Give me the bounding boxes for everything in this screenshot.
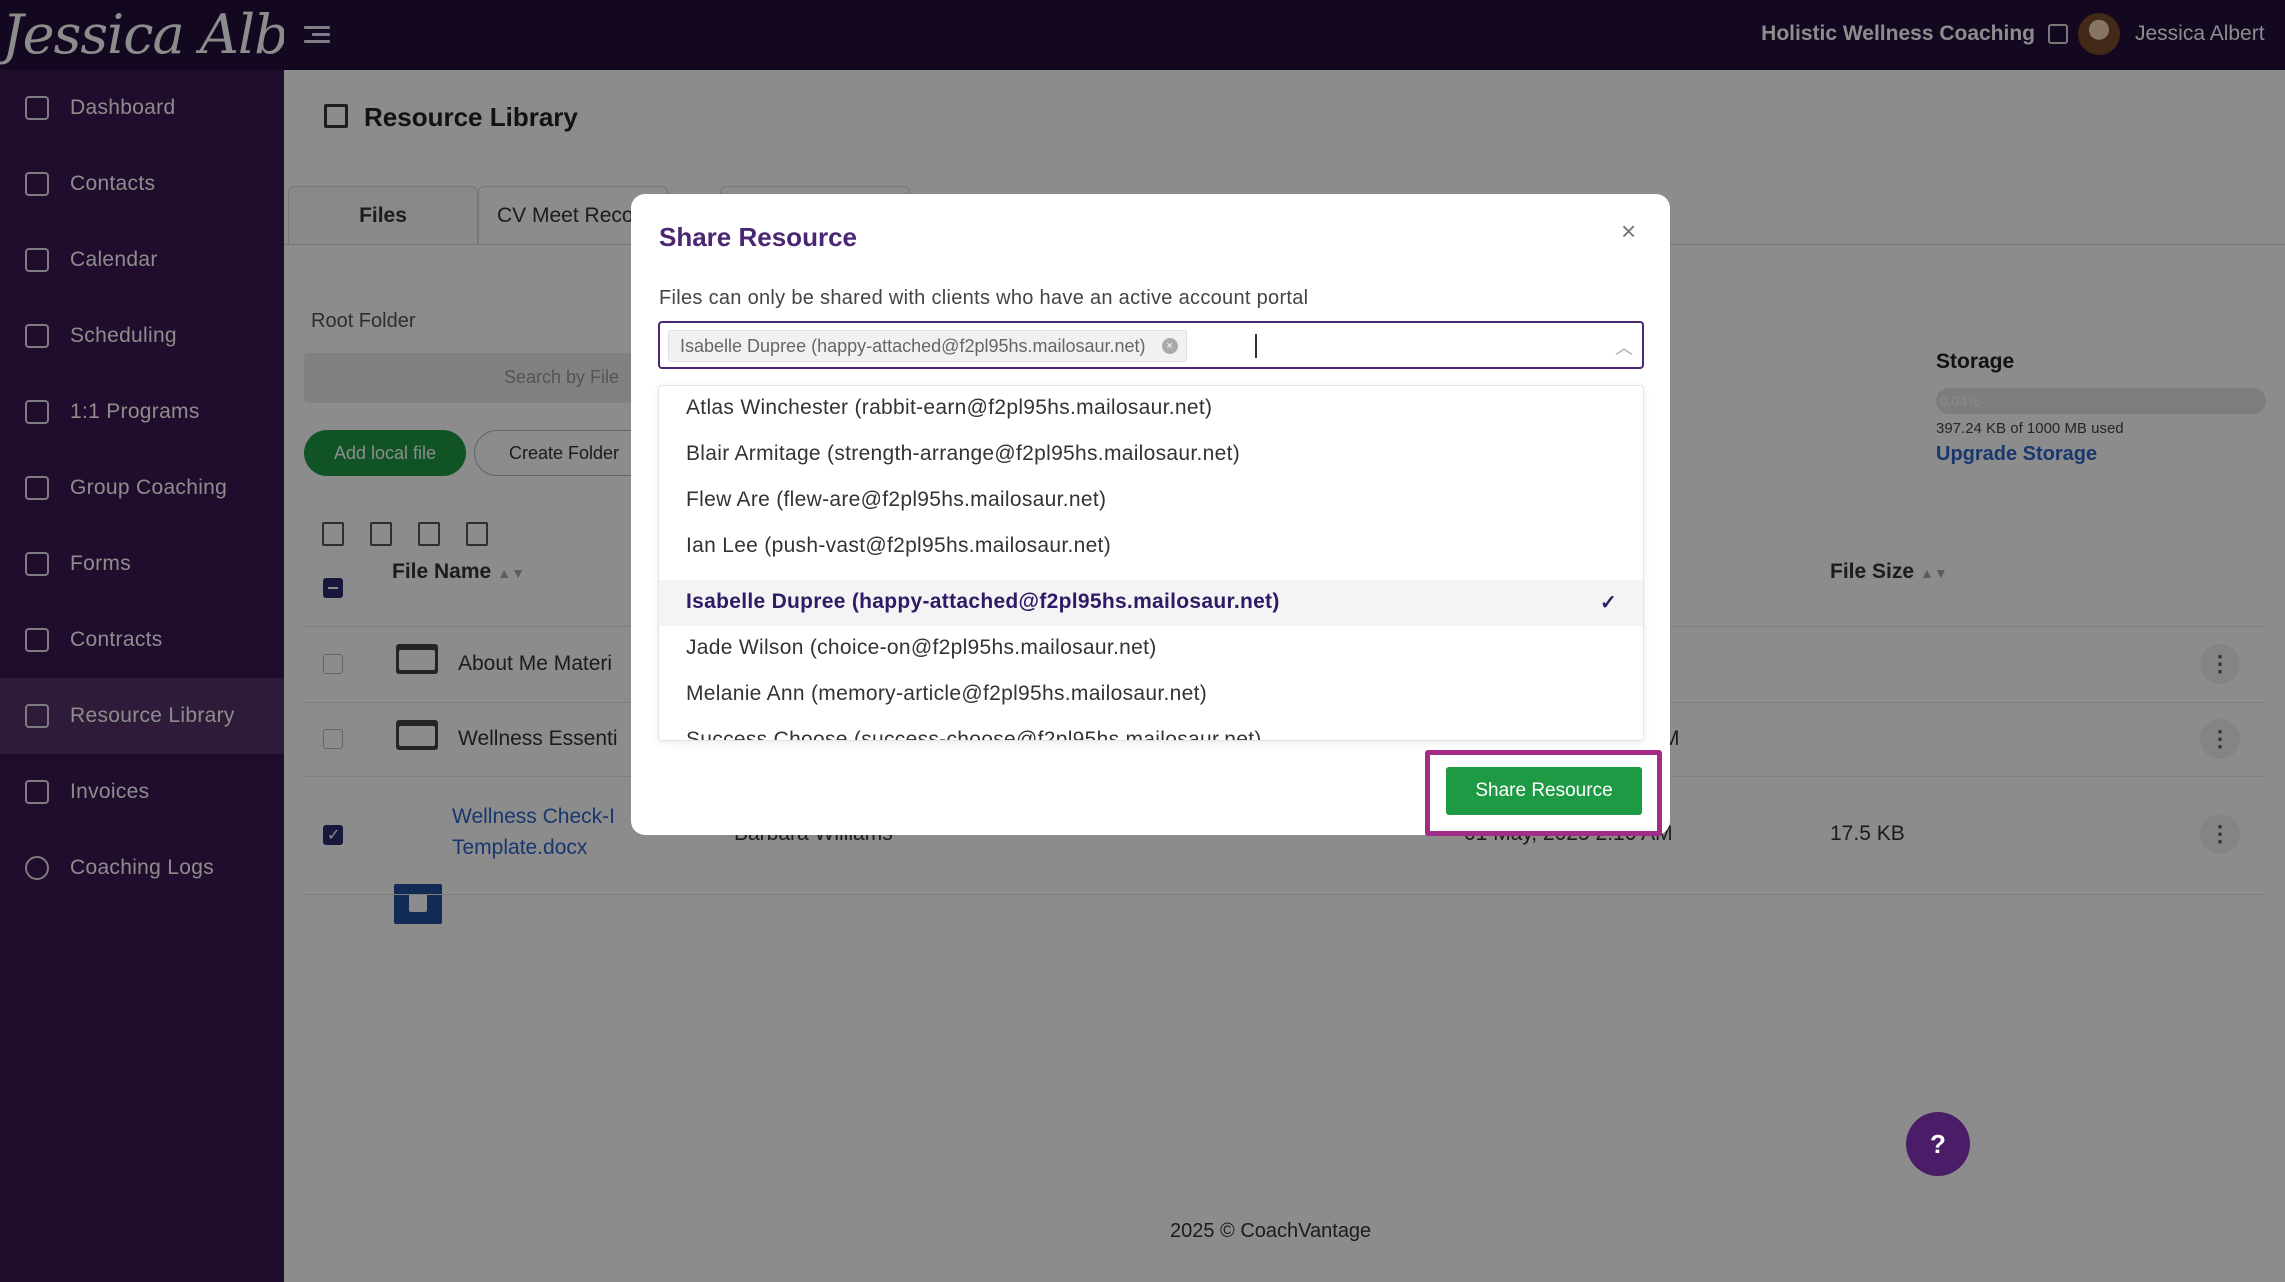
selected-client-label: Isabelle Dupree (happy-attached@f2pl95hs…	[680, 336, 1146, 356]
check-icon: ✓	[1599, 592, 1617, 614]
selected-client-tag: Isabelle Dupree (happy-attached@f2pl95hs…	[668, 330, 1187, 362]
dropdown-option[interactable]: Success Choose (success-choose@f2pl95hs.…	[659, 718, 1643, 740]
share-resource-modal: Share Resource × Files can only be share…	[631, 194, 1670, 835]
dropdown-option[interactable]: Ian Lee (push-vast@f2pl95hs.mailosaur.ne…	[659, 524, 1643, 570]
dropdown-option[interactable]: Blair Armitage (strength-arrange@f2pl95h…	[659, 432, 1643, 478]
dropdown-option[interactable]: Flew Are (flew-are@f2pl95hs.mailosaur.ne…	[659, 478, 1643, 524]
help-button[interactable]: ?	[1906, 1112, 1970, 1176]
text-cursor	[1255, 334, 1257, 358]
close-icon[interactable]: ×	[1621, 216, 1636, 247]
dropdown-option-selected[interactable]: Isabelle Dupree (happy-attached@f2pl95hs…	[659, 580, 1643, 626]
dropdown-option[interactable]: Jade Wilson (choice-on@f2pl95hs.mailosau…	[659, 626, 1643, 672]
client-dropdown: Atlas Winchester (rabbit-earn@f2pl95hs.m…	[658, 385, 1644, 741]
remove-tag-icon[interactable]: ×	[1161, 338, 1178, 354]
dropdown-option[interactable]: Melanie Ann (memory-article@f2pl95hs.mai…	[659, 672, 1643, 718]
modal-note: Files can only be shared with clients wh…	[659, 287, 1309, 309]
chevron-up-icon[interactable]: ︿	[1615, 334, 1633, 360]
client-select[interactable]: Isabelle Dupree (happy-attached@f2pl95hs…	[658, 321, 1644, 369]
dropdown-option[interactable]: Atlas Winchester (rabbit-earn@f2pl95hs.m…	[659, 386, 1643, 432]
share-resource-button[interactable]: Share Resource	[1446, 767, 1642, 815]
modal-title: Share Resource	[659, 222, 857, 252]
dropdown-option-label: Isabelle Dupree (happy-attached@f2pl95hs…	[686, 590, 1280, 613]
